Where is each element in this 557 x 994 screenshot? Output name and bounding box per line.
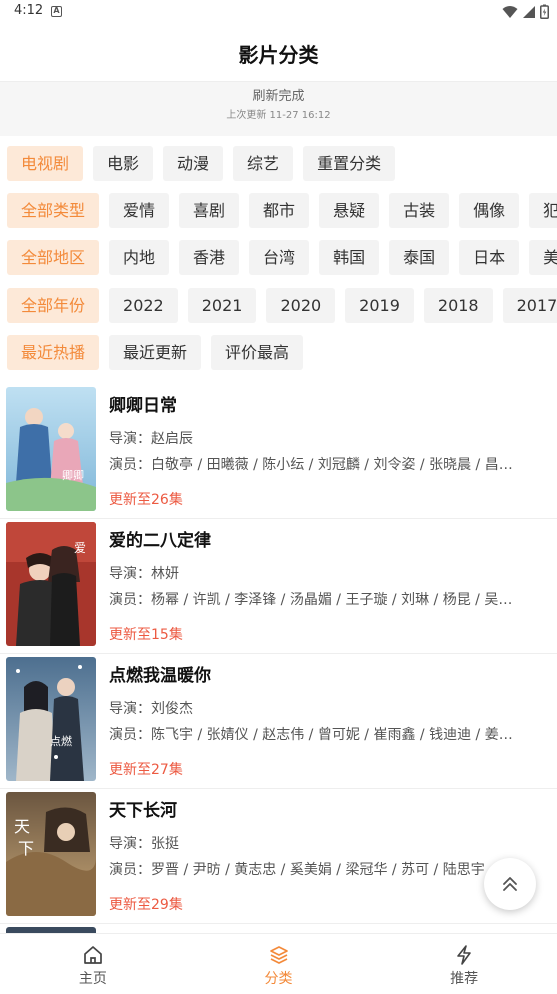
movie-cast: 演员：白敬亭 / 田曦薇 / 陈小纭 / 刘冠麟 / 刘令姿 / 张晓晨 / 昌… xyxy=(109,457,513,473)
svg-text:下: 下 xyxy=(18,839,34,858)
battery-icon xyxy=(540,4,549,19)
status-bar: 4:12 A xyxy=(0,0,557,24)
filter-year-2017[interactable]: 2017 xyxy=(502,288,557,323)
movie-title: 天下长河 xyxy=(109,801,177,821)
sort-top-rated[interactable]: 评价最高 xyxy=(211,335,304,370)
title-bar: 影片分类 xyxy=(0,24,557,82)
filter-year-all[interactable]: 全部年份 xyxy=(7,288,100,323)
movie-cast: 演员：杨幂 / 许凯 / 李泽锋 / 汤晶媚 / 王子璇 / 刘琳 / 杨昆 /… xyxy=(109,592,513,608)
movie-poster[interactable]: 天 下 xyxy=(6,792,96,916)
sort-recent-update[interactable]: 最近更新 xyxy=(109,335,202,370)
region-filter-row: 全部地区 内地 香港 台湾 韩国 泰国 日本 美 xyxy=(7,240,557,276)
filter-region-mainland[interactable]: 内地 xyxy=(109,240,170,275)
filter-genre-mystery[interactable]: 悬疑 xyxy=(319,193,380,228)
movie-update-status: 更新至29集 xyxy=(109,897,183,913)
filter-year-2019[interactable]: 2019 xyxy=(345,288,414,323)
filter-region-taiwan[interactable]: 台湾 xyxy=(249,240,310,275)
filter-genre-costume[interactable]: 古装 xyxy=(389,193,450,228)
list-item[interactable]: 爱 爱的二八定律 导演：林妍 演员：杨幂 / 许凯 / 李泽锋 / 汤晶媚 / … xyxy=(0,520,557,654)
movie-poster[interactable]: 爱 xyxy=(6,522,96,646)
filter-region-thailand[interactable]: 泰国 xyxy=(389,240,450,275)
nav-category-label: 分类 xyxy=(264,971,293,987)
home-icon xyxy=(83,946,102,964)
filter-region-usa[interactable]: 美 xyxy=(529,240,557,275)
movie-director: 导演：赵启辰 xyxy=(109,431,193,447)
filter-region-hongkong[interactable]: 香港 xyxy=(179,240,240,275)
movie-list: 卿卿 卿卿日常 导演：赵启辰 演员：白敬亭 / 田曦薇 / 陈小纭 / 刘冠麟 … xyxy=(0,385,557,933)
movie-director: 导演：张挺 xyxy=(109,836,179,852)
filter-category-variety[interactable]: 综艺 xyxy=(233,146,294,181)
filter-genre-romance[interactable]: 爱情 xyxy=(109,193,170,228)
genre-filter-row: 全部类型 爱情 喜剧 都市 悬疑 古装 偶像 犯 xyxy=(7,193,557,229)
movie-update-status: 更新至27集 xyxy=(109,762,183,778)
sort-hot[interactable]: 最近热播 xyxy=(7,335,100,370)
movie-cast: 演员：陈飞宇 / 张婧仪 / 赵志伟 / 曾可妮 / 崔雨鑫 / 钱迪迪 / 姜… xyxy=(109,727,513,743)
signal-icon xyxy=(523,5,535,18)
wifi-icon xyxy=(502,5,518,18)
filter-genre-comedy[interactable]: 喜剧 xyxy=(179,193,240,228)
filter-year-2018[interactable]: 2018 xyxy=(423,288,493,323)
status-icons xyxy=(502,4,549,19)
sort-filter-row: 最近热播 最近更新 评价最高 xyxy=(7,335,304,371)
svg-text:卿卿: 卿卿 xyxy=(62,469,84,482)
svg-text:点燃: 点燃 xyxy=(50,734,72,748)
last-update-time: 上次更新 11-27 16:12 xyxy=(226,110,331,121)
layers-icon xyxy=(269,946,288,964)
filter-region-all[interactable]: 全部地区 xyxy=(7,240,100,275)
list-item[interactable]: 卿卿 卿卿日常 导演：赵启辰 演员：白敬亭 / 田曦薇 / 陈小纭 / 刘冠麟 … xyxy=(0,385,557,519)
filter-genre-idol[interactable]: 偶像 xyxy=(459,193,520,228)
filter-year-2022[interactable]: 2022 xyxy=(109,288,178,323)
movie-poster[interactable]: 卿卿 xyxy=(6,387,96,511)
nav-home[interactable]: 主页 xyxy=(0,934,186,994)
reset-filter-button[interactable]: 重置分类 xyxy=(303,146,396,181)
movie-director: 导演：林妍 xyxy=(109,566,179,582)
filter-category-anime[interactable]: 动漫 xyxy=(163,146,224,181)
filter-genre-crime[interactable]: 犯 xyxy=(529,193,557,228)
movie-cast: 演员：罗晋 / 尹昉 / 黄志忠 / 奚美娟 / 梁冠华 / 苏可 / 陆思宇 xyxy=(109,862,485,878)
nav-category[interactable]: 分类 xyxy=(186,934,372,994)
nav-home-label: 主页 xyxy=(78,971,107,987)
scroll-to-top-button[interactable] xyxy=(484,858,536,910)
page-title: 影片分类 xyxy=(238,43,319,67)
refresh-header: 刷新完成 上次更新 11-27 16:12 xyxy=(0,82,557,136)
status-time: 4:12 xyxy=(14,3,44,18)
list-item-partial xyxy=(0,925,557,933)
movie-update-status: 更新至26集 xyxy=(109,492,183,508)
nav-recommend[interactable]: 推荐 xyxy=(371,934,557,994)
double-chevron-up-icon xyxy=(503,877,517,891)
nav-recommend-label: 推荐 xyxy=(450,971,479,987)
filter-category-tv[interactable]: 电视剧 xyxy=(7,146,84,181)
movie-title: 点燃我温暖你 xyxy=(109,666,211,686)
svg-text:天: 天 xyxy=(14,817,30,836)
filter-category-movie[interactable]: 电影 xyxy=(93,146,154,181)
filter-genre-urban[interactable]: 都市 xyxy=(249,193,310,228)
category-filter-row: 电视剧 电影 动漫 综艺 重置分类 xyxy=(7,146,396,182)
list-item[interactable]: 天 下 天下长河 导演：张挺 演员：罗晋 / 尹昉 / 黄志忠 / 奚美娟 / … xyxy=(0,790,557,924)
notification-icon: A xyxy=(51,6,62,17)
filter-region-japan[interactable]: 日本 xyxy=(459,240,520,275)
filter-region-korea[interactable]: 韩国 xyxy=(319,240,380,275)
refresh-status: 刷新完成 xyxy=(252,89,305,104)
filter-year-2020[interactable]: 2020 xyxy=(266,288,336,323)
bottom-nav: 主页 分类 推荐 xyxy=(0,933,557,994)
svg-text:爱: 爱 xyxy=(74,541,86,555)
filter-genre-all[interactable]: 全部类型 xyxy=(7,193,100,228)
filter-year-2021[interactable]: 2021 xyxy=(187,288,257,323)
lightning-icon xyxy=(457,945,471,965)
movie-update-status: 更新至15集 xyxy=(109,627,183,643)
movie-title: 卿卿日常 xyxy=(109,396,177,416)
movie-poster[interactable]: 点燃 xyxy=(6,657,96,781)
movie-title: 爱的二八定律 xyxy=(109,531,211,551)
movie-director: 导演：刘俊杰 xyxy=(109,701,193,717)
year-filter-row: 全部年份 2022 2021 2020 2019 2018 2017 xyxy=(7,288,557,324)
list-item[interactable]: 点燃 点燃我温暖你 导演：刘俊杰 演员：陈飞宇 / 张婧仪 / 赵志伟 / 曾可… xyxy=(0,655,557,789)
